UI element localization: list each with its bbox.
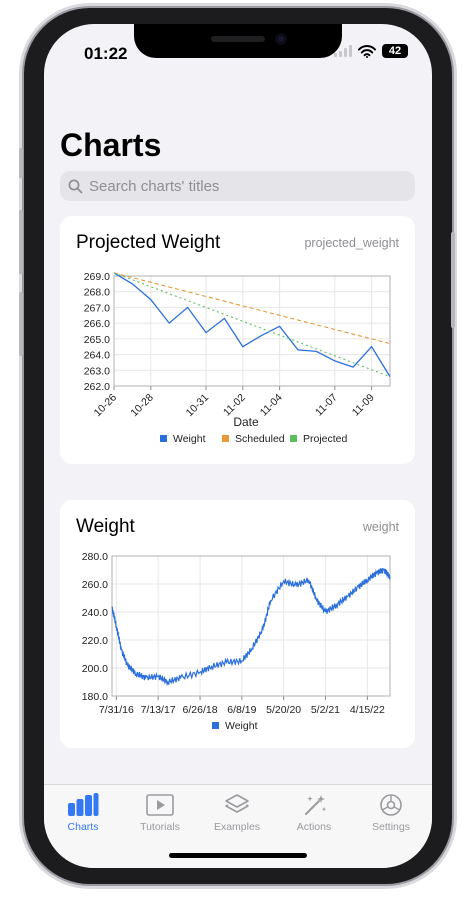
x-tick-label: 10-31 [184, 392, 212, 420]
card-title: Projected Weight [76, 232, 221, 253]
tab-label: Tutorials [140, 821, 180, 833]
y-tick-label: 220.0 [82, 635, 108, 647]
legend-swatch [222, 435, 229, 442]
x-tick-label: 11-07 [313, 392, 340, 419]
power-button [451, 232, 455, 328]
x-tick-label: 10-26 [92, 392, 120, 420]
x-tick-label: 11-09 [350, 392, 377, 419]
legend-swatch [290, 435, 297, 442]
gear-icon [380, 794, 402, 816]
y-tick-label: 262.0 [84, 381, 110, 393]
y-tick-label: 200.0 [82, 663, 108, 675]
home-indicator [169, 853, 307, 858]
magic-wand-icon [305, 795, 327, 815]
volume-down-button [19, 292, 23, 356]
stack-icon [225, 794, 249, 813]
search-icon [68, 179, 83, 193]
chart-card-projected-weight[interactable]: Projected Weight projected_weight 269.0 2… [60, 216, 415, 464]
status-time: 01:22 [84, 44, 128, 63]
x-tick-label: 7/13/17 [141, 704, 176, 716]
card-title: Weight [76, 516, 135, 537]
tab-settings[interactable]: Settings [352, 793, 430, 833]
y-tick-label: 280.0 [82, 551, 108, 563]
camera [275, 33, 287, 45]
chart-bars-icon [68, 793, 99, 816]
plot-frame [111, 555, 391, 697]
legend-swatch [212, 722, 219, 729]
card-key: weight [362, 520, 399, 534]
legend-label: Weight [173, 433, 206, 445]
tab-label: Charts [67, 821, 99, 833]
x-axis-label: Date [233, 415, 259, 429]
x-tick-label: 5/20/20 [266, 704, 301, 716]
x-tick-label: 7/31/16 [99, 704, 134, 716]
y-tick-label: 265.0 [84, 334, 110, 346]
y-tick-label: 269.0 [84, 271, 110, 283]
series-line-projected [113, 272, 391, 378]
legend-label: Projected [303, 433, 348, 445]
search-field[interactable]: Search charts' titles [60, 171, 415, 201]
card-key: projected_weight [304, 236, 399, 250]
chart-card-weight[interactable]: Weight weight 280.0 260.0 240.0 220.0 200.0 1… [60, 500, 415, 748]
page-title: Charts [60, 127, 162, 163]
y-tick-label: 260.0 [82, 579, 108, 591]
series-line-weight [111, 567, 391, 687]
x-tick-label: 11-04 [258, 392, 285, 419]
tab-tutorials[interactable]: Tutorials [121, 793, 199, 833]
volume-up-button [19, 210, 23, 274]
tab-actions[interactable]: Actions [275, 793, 353, 833]
battery-level: 42 [388, 45, 402, 57]
play-rectangle-icon [146, 794, 174, 816]
x-tick-label: 4/15/22 [350, 704, 385, 716]
x-tick-label: 5/2/21 [311, 704, 340, 716]
tab-label: Settings [372, 821, 410, 833]
x-tick-label: 6/8/19 [227, 704, 256, 716]
y-tick-label: 180.0 [82, 691, 108, 703]
series-line-scheduled [113, 272, 391, 345]
tab-label: Actions [296, 821, 332, 833]
mute-switch [19, 148, 23, 178]
battery-indicator: 42 [382, 44, 408, 58]
y-tick-label: 268.0 [84, 287, 110, 299]
legend-label: Weight [225, 720, 258, 732]
weight-chart: 280.0 260.0 240.0 220.0 200.0 180.07/31/16 7/1… [82, 551, 391, 732]
notch [134, 24, 342, 58]
screen: 01:22 42 Charts Search charts' titles Pr… [44, 24, 432, 868]
cellular-signal-icon [334, 45, 352, 57]
x-tick-label: 6/26/18 [183, 704, 218, 716]
y-tick-label: 263.0 [84, 365, 110, 377]
wifi-icon [358, 44, 376, 58]
y-tick-label: 267.0 [84, 302, 110, 314]
y-tick-label: 264.0 [84, 350, 110, 362]
status-icons: 42 [334, 44, 408, 58]
plot-frame [113, 275, 391, 387]
y-tick-label: 240.0 [82, 607, 108, 619]
y-tick-label: 266.0 [84, 318, 110, 330]
speaker [211, 36, 265, 42]
x-tick-label: 10-28 [128, 392, 156, 420]
projected-weight-chart: 269.0 268.0 267.0 266.0 265.0 264.0 263.0 262.0… [84, 271, 391, 445]
tab-examples[interactable]: Examples [198, 793, 276, 833]
search-placeholder: Search charts' titles [89, 177, 220, 195]
legend-label: Scheduled [235, 433, 285, 445]
tab-charts[interactable]: Charts [44, 793, 122, 833]
legend-swatch [160, 435, 167, 442]
tab-label: Examples [213, 821, 261, 833]
